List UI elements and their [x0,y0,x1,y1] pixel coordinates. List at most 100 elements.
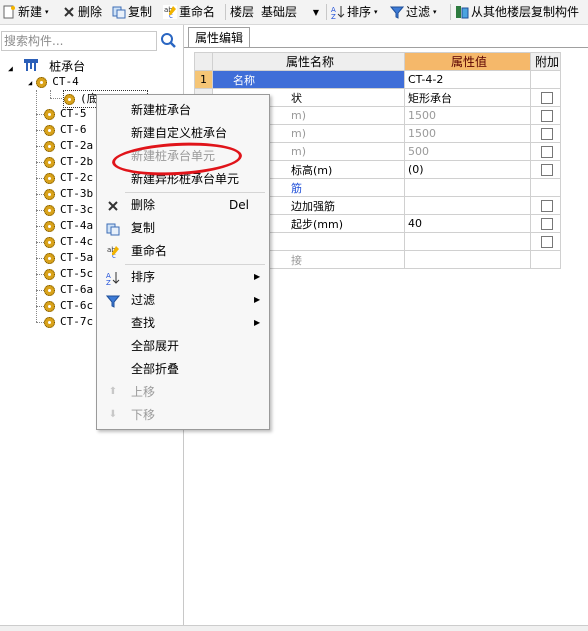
tree-connector [36,210,44,212]
menu-separator [125,264,265,265]
filter-button[interactable]: 过滤 ▾ [389,3,437,21]
menu-item-sort[interactable]: AZ 排序 ▶ [97,266,269,288]
extra-checkbox[interactable] [541,128,553,140]
tree-node-ct-7c[interactable]: CT-7c [44,314,93,330]
tree-node-ct-2c[interactable]: CT-2c [44,170,93,186]
dropdown-arrow-icon: ▾ [45,8,49,16]
status-bar [0,625,588,631]
property-value[interactable]: 1500 [404,124,531,143]
menu-item-delete[interactable]: 删除 Del [97,194,269,216]
tree-node-ct-2a[interactable]: CT-2a [44,138,93,154]
tree-node-ct-4a[interactable]: CT-4a [44,218,93,234]
extra-checkbox[interactable] [541,200,553,212]
tree-root-node[interactable]: ◢ 桩承台 [8,58,85,74]
extra-checkbox[interactable] [541,164,553,176]
sort-button[interactable]: AZ 排序 ▾ [331,3,378,21]
delete-button[interactable]: 删除 [62,3,102,21]
property-value[interactable]: 矩形承台 [404,88,531,107]
submenu-arrow-icon: ▶ [254,295,261,304]
menu-item-filter[interactable]: 过滤 ▶ [97,289,269,311]
property-value[interactable] [404,178,531,197]
tree-node-ct-5c[interactable]: CT-5c [44,266,93,282]
property-value[interactable] [404,232,531,251]
column-header-value[interactable]: 属性值 [404,52,531,71]
tree-node-ct-3b[interactable]: CT-3b [44,186,93,202]
search-input[interactable]: 搜索构件... [1,31,157,51]
sort-icon: AZ [331,5,345,21]
property-value[interactable]: 40 [404,214,531,233]
column-header-extra[interactable]: 附加 [530,52,561,71]
submenu-arrow-icon: ▶ [254,272,261,281]
component-gear-icon [44,316,55,328]
menu-item-find[interactable]: 查找 ▶ [97,312,269,334]
close-icon [106,198,120,212]
property-value[interactable]: (0) [404,160,531,179]
extra-cell [530,70,561,89]
tree-node-ct-5[interactable]: CT-5 [44,106,87,122]
menu-item-new-custom-cap[interactable]: 新建自定义桩承台 [97,122,269,144]
component-gear-icon [44,156,55,168]
property-value[interactable]: 500 [404,142,531,161]
extra-checkbox[interactable] [541,236,553,248]
property-value[interactable] [404,250,531,269]
dropdown-arrow-icon: ▼ [312,8,319,17]
tree-connector [50,90,52,98]
tree-connector [36,130,44,132]
new-button[interactable]: 新建 ▾ [2,3,49,21]
grid-corner [194,52,213,71]
tree-node-ct-3c[interactable]: CT-3c [44,202,93,218]
menu-item-rename[interactable]: ab c 重命名 [97,240,269,262]
tree-connector [36,194,44,196]
menu-item-expand-all[interactable]: 全部展开 [97,335,269,357]
extra-checkbox[interactable] [541,218,553,230]
sort-icon: AZ [106,270,120,287]
tree-connector [36,290,44,292]
menu-item-collapse-all[interactable]: 全部折叠 [97,358,269,380]
table-row[interactable]: 1 名称 CT-4-2 [194,70,561,89]
property-value[interactable]: 1500 [404,106,531,125]
menu-item-copy[interactable]: 复制 [97,217,269,239]
component-gear-icon [44,268,55,280]
tree-node-ct-2b[interactable]: CT-2b [44,154,93,170]
expand-arrow-icon[interactable]: ◢ [8,64,13,73]
component-gear-icon [44,300,55,312]
expand-arrow-icon[interactable]: ◢ [28,79,32,87]
menu-item-move-up[interactable]: ⬆ 上移 [97,381,269,403]
component-gear-icon [44,284,55,296]
component-gear-icon [64,93,75,105]
property-value[interactable]: CT-4-2 [404,70,531,89]
property-value[interactable] [404,196,531,215]
floor-select[interactable]: 基础层 ▼ [257,3,323,20]
rename-icon: ab c [106,244,120,260]
extra-cell [530,106,561,125]
toolbar: 新建 ▾ 删除 复制 ab c 重命名 楼层 基础层 ▼ AZ 排序 ▾ 过滤 ▾ 从其他… [0,0,588,25]
floor-label: 楼层 [230,5,255,19]
component-gear-icon [36,76,48,88]
column-header-name[interactable]: 属性名称 [212,52,405,71]
copy-button[interactable]: 复制 [112,3,152,21]
menu-item-move-down[interactable]: ⬇ 下移 [97,404,269,426]
extra-checkbox[interactable] [541,92,553,104]
extra-checkbox[interactable] [541,110,553,122]
tree-node-ct-6a[interactable]: CT-6a [44,282,93,298]
search-icon[interactable] [159,32,177,50]
new-icon [2,5,16,19]
tree-connector [36,114,44,116]
menu-item-new-cap[interactable]: 新建桩承台 [97,99,269,121]
extra-checkbox[interactable] [541,146,553,158]
tree-node-ct-6[interactable]: CT-6 [44,122,87,138]
tree-node-ct-6c[interactable]: CT-6c [44,298,93,314]
tree-node-ct-4c[interactable]: CT-4c [44,234,93,250]
rename-button[interactable]: ab c 重命名 [163,3,215,21]
dropdown-arrow-icon: ▾ [433,8,437,16]
component-gear-icon [44,236,55,248]
copy-floor-icon [455,5,469,19]
tree-node-ct-4[interactable]: ◢ CT-4 [28,74,79,90]
tree-node-ct-5a[interactable]: CT-5a [44,250,93,266]
tab-property-edit[interactable]: 属性编辑 [188,27,250,48]
row-number: 1 [194,70,213,89]
tree-connector [36,162,44,164]
tab-divider [184,47,588,48]
copy-from-other-floor-button[interactable]: 从其他楼层复制构件 [455,3,579,21]
extra-cell [530,250,561,269]
